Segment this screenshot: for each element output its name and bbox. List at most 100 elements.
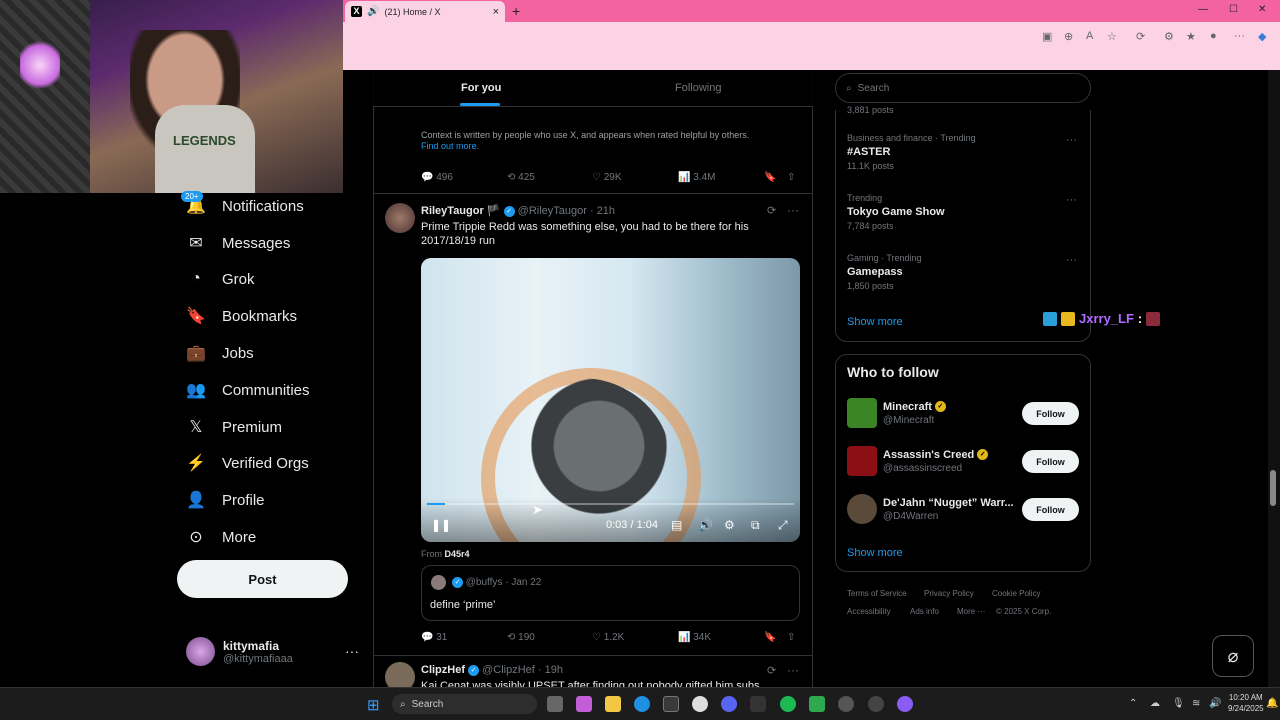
epic-games-icon[interactable] xyxy=(750,696,766,712)
grok-chat-button[interactable]: ⌀ xyxy=(1212,635,1254,677)
spotify-icon[interactable] xyxy=(780,696,796,712)
picture-in-picture-icon[interactable]: ⧉ xyxy=(751,518,760,533)
like-button[interactable]: ♡ 29K xyxy=(592,172,622,183)
video-player[interactable] xyxy=(421,258,800,542)
speaker-icon[interactable]: 🔊 xyxy=(367,6,379,17)
repost-button[interactable]: ⟲ 190 xyxy=(507,632,535,643)
onedrive-icon[interactable]: ☁ xyxy=(1150,698,1160,709)
repost-button[interactable]: ⟲ 425 xyxy=(507,172,535,183)
favorites-icon[interactable]: ★ xyxy=(1186,30,1196,43)
tab-following[interactable]: Following xyxy=(675,82,721,94)
footer-privacy[interactable]: Privacy Policy xyxy=(924,589,974,598)
settings-gear-icon[interactable]: ⚙ xyxy=(724,518,735,532)
minimize-button[interactable]: — xyxy=(1198,4,1208,15)
trend-more-icon[interactable]: ··· xyxy=(1066,134,1077,146)
footer-more[interactable]: More ··· xyxy=(957,607,985,616)
trends-show-more[interactable]: Show more xyxy=(847,316,903,328)
views-button[interactable]: 📊 3.4M xyxy=(678,172,715,183)
bookmark-icon[interactable]: 🔖 xyxy=(764,172,776,183)
tab-close-icon[interactable]: × xyxy=(493,6,499,18)
app-icon[interactable]: ▣ xyxy=(1042,30,1052,43)
maximize-button[interactable]: ☐ xyxy=(1229,4,1238,15)
store-icon[interactable] xyxy=(663,696,679,712)
mic-icon[interactable]: 🎙 xyxy=(1172,698,1185,709)
search-box[interactable]: ⌕ Search xyxy=(835,73,1091,103)
wifi-icon[interactable]: ≋ xyxy=(1192,698,1200,709)
app-icon[interactable] xyxy=(809,696,825,712)
settings-app-icon[interactable] xyxy=(838,696,854,712)
post-more-icon[interactable]: ··· xyxy=(787,663,799,677)
volume-icon[interactable]: 🔊 xyxy=(698,518,713,532)
menu-dots-icon[interactable]: ··· xyxy=(1234,30,1245,42)
share-icon[interactable]: ⇧ xyxy=(787,632,795,643)
post-time[interactable]: · 21h xyxy=(590,205,615,217)
nav-item-bookmarks[interactable]: 🔖 Bookmarks xyxy=(186,306,297,326)
nav-item-more[interactable]: ⊙ More xyxy=(186,527,256,547)
views-button[interactable]: 📊 34K xyxy=(678,632,711,643)
zoom-icon[interactable]: ⊕ xyxy=(1064,30,1073,43)
post-button[interactable]: Post xyxy=(177,560,348,598)
profile-avatar-icon[interactable]: ● xyxy=(1210,30,1217,42)
nav-item-premium[interactable]: 𝕏 Premium xyxy=(186,417,282,437)
post-more-icon[interactable]: ··· xyxy=(787,203,799,217)
footer-cookies[interactable]: Cookie Policy xyxy=(992,589,1040,598)
pause-icon[interactable]: ❚❚ xyxy=(431,518,451,532)
grok-explain-icon[interactable]: ⟳ xyxy=(767,664,776,677)
follow-suggestion[interactable]: De'Jahn “Nugget” Warr... @D4Warren xyxy=(847,494,1014,524)
nav-item-profile[interactable]: 👤 Profile xyxy=(186,490,265,510)
like-button[interactable]: ♡ 1.2K xyxy=(592,632,624,643)
nav-item-verified-orgs[interactable]: ⚡ Verified Orgs xyxy=(186,453,309,473)
post-time[interactable]: · 19h xyxy=(538,664,563,676)
post-author-name[interactable]: RileyTaugor xyxy=(421,205,484,217)
follow-button[interactable]: Follow xyxy=(1022,402,1079,425)
trend-item[interactable]: Gaming · Trending Gamepass 1,850 posts xyxy=(847,253,922,291)
notification-bell-icon[interactable]: 🔔 xyxy=(1266,698,1278,709)
bookmark-icon[interactable]: 🔖 xyxy=(764,632,776,643)
post-author-handle[interactable]: @RileyTaugor xyxy=(518,205,587,217)
account-more-icon[interactable]: ··· xyxy=(345,643,359,659)
task-view-icon[interactable] xyxy=(547,696,563,712)
follow-suggestion[interactable]: Assassin's Creed ✓ @assassinscreed xyxy=(847,446,989,476)
trend-item[interactable]: Business and finance · Trending #ASTER 11.… xyxy=(847,133,976,171)
close-window-button[interactable]: ✕ xyxy=(1258,4,1266,15)
new-tab-button[interactable]: + xyxy=(512,3,520,19)
footer-terms[interactable]: Terms of Service xyxy=(847,589,907,598)
nav-item-messages[interactable]: ✉ Messages xyxy=(186,233,290,253)
from-user-link[interactable]: D45r4 xyxy=(445,549,470,559)
reply-button[interactable]: 💬 496 xyxy=(421,172,453,183)
refresh-icon[interactable]: ⟳ xyxy=(1136,30,1145,43)
taskbar-search[interactable]: ⌕ Search xyxy=(392,694,537,714)
trend-more-icon[interactable]: ··· xyxy=(1066,194,1077,206)
quoted-post[interactable] xyxy=(421,565,800,621)
share-icon[interactable]: ⇧ xyxy=(787,172,795,183)
app-icon[interactable] xyxy=(868,696,884,712)
discord-icon[interactable] xyxy=(721,696,737,712)
footer-accessibility[interactable]: Accessibility xyxy=(847,607,891,616)
favorite-star-icon[interactable]: ☆ xyxy=(1107,30,1117,43)
follow-suggestion[interactable]: Minecraft ✓ @Minecraft xyxy=(847,398,946,428)
scrollbar-thumb[interactable] xyxy=(1270,470,1276,506)
nav-item-notifications[interactable]: 🔔 Notifications xyxy=(186,196,304,216)
extensions-icon[interactable]: ⚙ xyxy=(1164,30,1174,43)
copilot-icon[interactable]: ◆ xyxy=(1258,30,1266,43)
account-switcher[interactable]: kittymafia @kittymafiaaa xyxy=(186,637,293,666)
read-aloud-icon[interactable]: A xyxy=(1086,30,1093,42)
file-explorer-icon[interactable] xyxy=(605,696,621,712)
fullscreen-icon[interactable]: ⤢ xyxy=(778,518,788,533)
taskbar-clock[interactable]: 10:20 AM 9/24/2025 xyxy=(1228,692,1264,714)
volume-icon[interactable]: 🔊 xyxy=(1209,698,1221,709)
find-out-more-link[interactable]: Find out more. xyxy=(421,141,479,151)
follow-button[interactable]: Follow xyxy=(1022,450,1079,473)
trend-item[interactable]: 3,881 posts xyxy=(847,102,894,115)
reply-button[interactable]: 💬 31 xyxy=(421,632,447,643)
app-icon[interactable] xyxy=(897,696,913,712)
edge-icon[interactable] xyxy=(634,696,650,712)
grok-explain-icon[interactable]: ⟳ xyxy=(767,204,776,217)
footer-ads-info[interactable]: Ads info xyxy=(910,607,939,616)
nav-item-grok[interactable]: ◔ Grok xyxy=(186,270,254,288)
nav-item-communities[interactable]: 👥 Communities xyxy=(186,380,310,400)
video-progress-track[interactable] xyxy=(427,503,794,505)
start-icon[interactable]: ⊞ xyxy=(367,696,380,714)
post-avatar[interactable] xyxy=(385,203,415,233)
follow-button[interactable]: Follow xyxy=(1022,498,1079,521)
